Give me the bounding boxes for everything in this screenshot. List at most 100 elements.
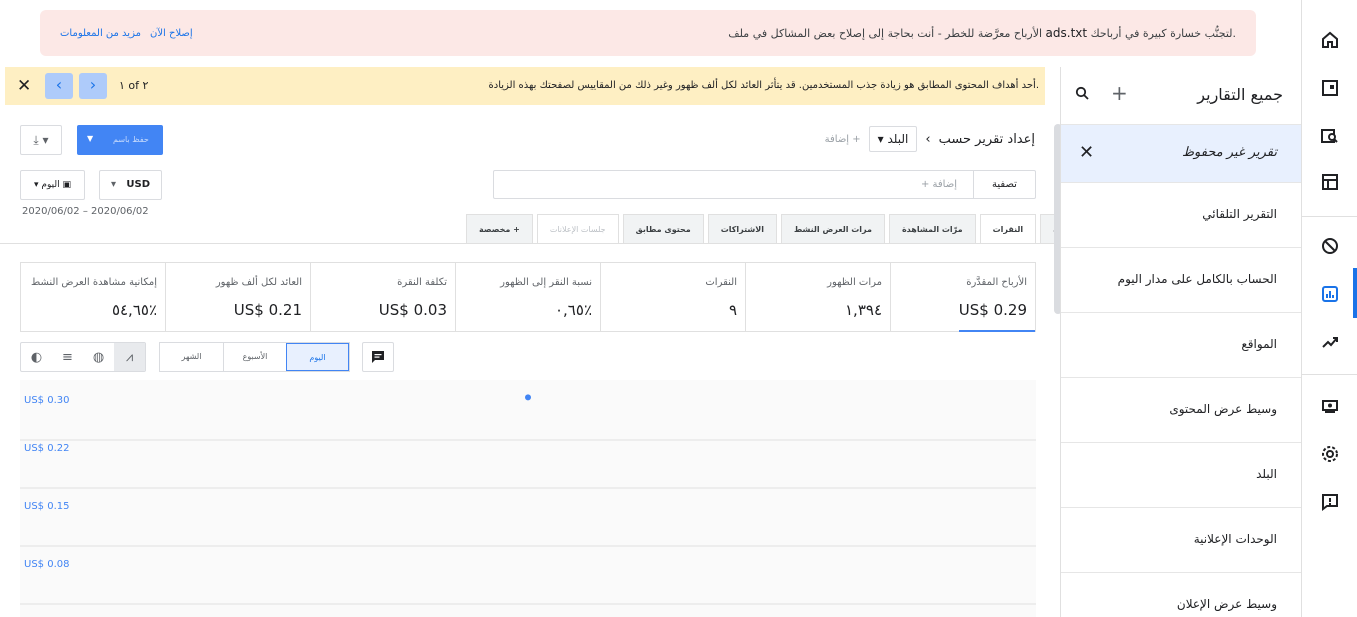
download-button[interactable]: ⤓ ▾ [20, 125, 62, 155]
metric-cards: الأرباح المقدَّرة US$ 0.29 مرات الظهور ١,٣٩… [20, 262, 1036, 332]
breadcrumb: إعداد تقرير حسب › البلد ▾ + إضافة [825, 126, 1035, 152]
metric-value: ٪٠,٦٥ [554, 301, 592, 319]
site-review-icon[interactable] [1316, 122, 1344, 150]
warning-file: ads.txt [1045, 26, 1088, 40]
report-item[interactable]: المواقع [1061, 313, 1301, 378]
filter-label: تصفية [973, 171, 1035, 198]
report-item-label: تقرير غير محفوظ [1182, 145, 1277, 160]
prev-tip-button[interactable]: ‹ [45, 73, 73, 99]
annotation-button[interactable] [362, 342, 394, 372]
metric-card[interactable]: النقرات ٩ [600, 263, 745, 331]
period-month[interactable]: الشهر [160, 343, 223, 371]
metric-card[interactable]: نسبة النقر إلى الظهور ٪٠,٦٥ [455, 263, 600, 331]
data-point [525, 394, 531, 401]
chart-area: US$ 0.30 US$ 0.22 US$ 0.15 US$ 0.08 [20, 380, 1036, 617]
home-icon[interactable] [1316, 26, 1344, 54]
report-item-label: وسيط عرض الإعلان [1176, 597, 1277, 611]
add-report-icon[interactable]: + [1111, 81, 1128, 105]
tab-7[interactable]: + مخصصة [466, 214, 533, 244]
report-item[interactable]: البلد [1061, 443, 1301, 508]
tip-pager: ١ of ٢ [119, 79, 149, 92]
ads-txt-warning-banner: الأرباح معرَّضة للخطر - أنت بحاجة إلى إص… [40, 10, 1256, 56]
tip-text: أحد أهداف المحتوى المطابق هو زيادة جذب ا… [488, 80, 1039, 91]
period-week[interactable]: الأسبوع [223, 343, 286, 371]
close-icon[interactable]: ✕ [1079, 142, 1094, 163]
dimension-select[interactable]: البلد ▾ [868, 126, 918, 152]
close-tip-icon[interactable]: ✕ [17, 76, 31, 96]
report-item-label: الوحدات الإعلانية [1193, 532, 1277, 546]
reports-title: جميع التقارير [1197, 85, 1283, 104]
reports-header: جميع التقارير + [1061, 67, 1301, 125]
tip-bar: ✕ ‹ › ١ of ٢ أحد أهداف المحتوى المطابق ه… [5, 67, 1045, 105]
nav-rail [1301, 0, 1357, 617]
warning-message: الأرباح معرَّضة للخطر - أنت بحاجة إلى إص… [728, 26, 1236, 40]
period-day[interactable]: اليوم [286, 343, 349, 371]
feedback-icon[interactable] [1316, 488, 1344, 516]
metric-value: ٪٥٤,٦٥ [111, 301, 157, 319]
date-picker[interactable]: ▾ اليوم ▣ [20, 170, 85, 200]
metric-value: US$ 0.29 [958, 301, 1027, 319]
metric-tabs: لمحةالنقراتمرّات المشاهدةمرات العرض النش… [466, 214, 1086, 244]
geo-chart-icon[interactable]: ◍ [83, 343, 114, 371]
metric-label: مرات الظهور [827, 277, 882, 288]
reports-icon[interactable] [1316, 280, 1344, 308]
report-item[interactable]: وسيط عرض الإعلان [1061, 573, 1301, 617]
layout-icon[interactable] [1316, 168, 1344, 196]
reports-panel: جميع التقارير + تقرير غير محفوظ ✕ التقري… [1060, 67, 1301, 617]
currency-select[interactable]: ▾ USD [99, 170, 162, 200]
my-ads-icon[interactable] [1316, 74, 1344, 102]
tab-1[interactable]: النقرات [979, 214, 1037, 244]
filter-add-placeholder[interactable]: + إضافة [921, 179, 957, 190]
y-tick-label: US$ 0.22 [24, 443, 70, 454]
metric-card[interactable]: إمكانية مشاهدة العرض النشط ٪٥٤,٦٥ [21, 263, 165, 331]
tab-6: جلسات الإعلانات [536, 214, 619, 244]
settings-icon[interactable] [1316, 440, 1344, 468]
fix-now-link[interactable]: إصلاح الآن [150, 28, 193, 39]
tab-4[interactable]: الاشتراكات [707, 214, 777, 244]
block-controls-icon[interactable] [1316, 232, 1344, 260]
divider [1302, 216, 1357, 217]
period-switcher: الشهر الأسبوع اليوم [159, 342, 350, 372]
save-as-button[interactable]: ▼ حفظ باسم [77, 125, 163, 155]
adsense-reports-page: الأرباح معرَّضة للخطر - أنت بحاجة إلى إص… [0, 0, 1357, 617]
report-item-label: التقرير التلقائي [1202, 207, 1277, 221]
report-item[interactable]: الوحدات الإعلانية [1061, 508, 1301, 573]
download-icon: ⤓ [33, 133, 39, 147]
report-item[interactable]: التقرير التلقائي [1061, 183, 1301, 248]
report-item[interactable]: الحساب بالكامل على مدار اليوم [1061, 248, 1301, 313]
line-chart [20, 394, 1036, 605]
divider [1302, 374, 1357, 375]
calendar-icon: ▣ [62, 180, 71, 190]
learn-more-link[interactable]: مزيد من المعلومات [60, 28, 141, 39]
metric-card[interactable]: مرات الظهور ١,٣٩٤ [745, 263, 890, 331]
comment-icon [372, 351, 384, 363]
metric-card[interactable]: تكلفة النقرة US$ 0.03 [310, 263, 455, 331]
search-icon[interactable] [1075, 85, 1089, 104]
bar-chart-icon[interactable]: ≡ [52, 343, 83, 371]
metric-label: الأرباح المقدَّرة [966, 277, 1027, 288]
add-dimension-button[interactable]: + إضافة [825, 134, 861, 145]
payments-icon[interactable] [1316, 392, 1344, 420]
tab-2[interactable]: مرّات المشاهدة [888, 214, 976, 244]
metric-label: إمكانية مشاهدة العرض النشط [30, 277, 157, 288]
optimization-icon[interactable] [1316, 328, 1344, 356]
line-chart-icon[interactable]: ⩘ [114, 343, 145, 371]
metric-card[interactable]: الأرباح المقدَّرة US$ 0.29 [890, 263, 1035, 332]
tab-5[interactable]: محتوى مطابق [622, 214, 704, 244]
tab-3[interactable]: مرات العرض النشط [780, 214, 885, 244]
next-tip-button[interactable]: › [79, 73, 107, 99]
report-item-label: المواقع [1241, 337, 1277, 351]
pie-chart-icon[interactable]: ◐ [21, 343, 52, 371]
metric-value: US$ 0.21 [233, 301, 302, 319]
report-item-label: البلد [1256, 467, 1277, 481]
report-item-unsaved[interactable]: تقرير غير محفوظ ✕ [1061, 125, 1301, 183]
metric-value: US$ 0.03 [378, 301, 447, 319]
report-item[interactable]: وسيط عرض المحتوى [1061, 378, 1301, 443]
warning-text: الأرباح معرَّضة للخطر - أنت بحاجة إلى إص… [728, 27, 1043, 40]
metric-label: النقرات [705, 277, 737, 288]
chevron-down-icon: ▼ [87, 134, 94, 143]
divider [0, 243, 1046, 244]
metric-card[interactable]: العائد لكل ألف ظهور US$ 0.21 [165, 263, 310, 331]
filter-bar[interactable]: تصفية + إضافة [493, 170, 1036, 199]
chevron-down-icon: ▾ [110, 179, 116, 190]
